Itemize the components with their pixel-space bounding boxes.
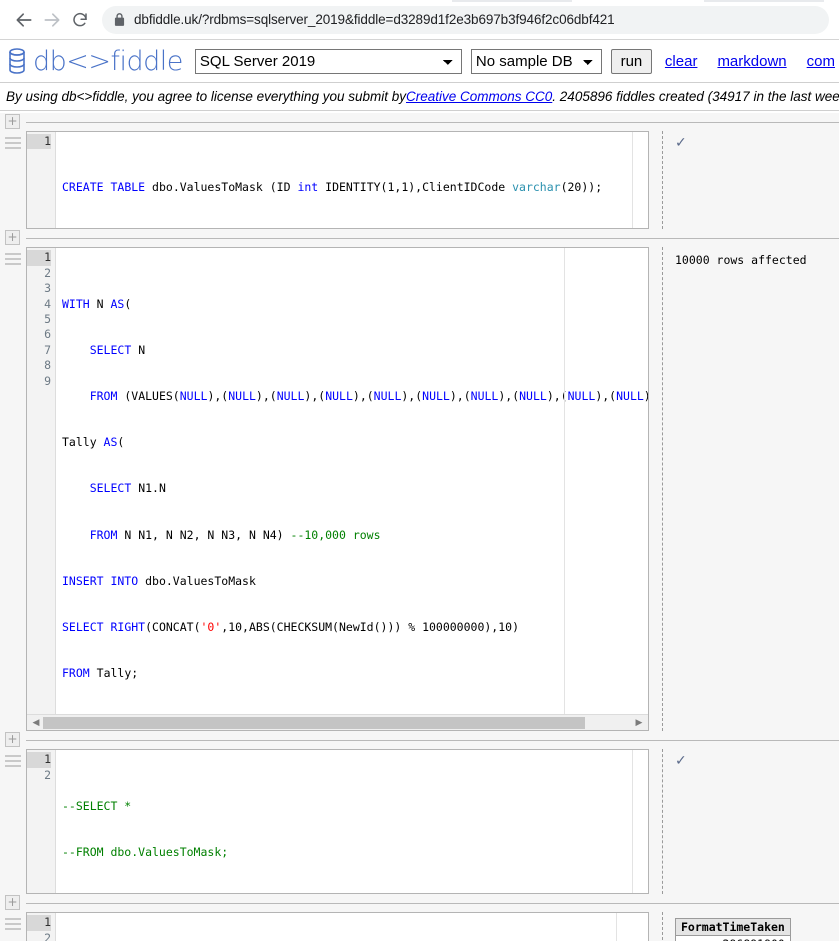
result-panel-3: ✓	[675, 749, 839, 894]
disclaimer-post: . 2405896 fiddles created (34917 in the …	[552, 89, 839, 104]
tab-strip	[0, 0, 839, 2]
block-divider	[649, 247, 675, 732]
dbfiddle-logo-icon	[6, 47, 28, 75]
disclaimer-pre: By using db<>fiddle, you agree to licens…	[6, 89, 406, 104]
drag-handle[interactable]	[0, 749, 26, 894]
lock-icon	[114, 13, 125, 26]
cc0-link[interactable]: Creative Commons CC0	[406, 89, 552, 104]
license-disclaimer: By using db<>fiddle, you agree to licens…	[0, 83, 839, 111]
block-separator: +	[0, 113, 839, 131]
run-button[interactable]: run	[610, 48, 652, 74]
table-cell: 296891900	[675, 935, 791, 941]
sql-block-4: 1234567891011121314 DECLARE @StartTime d…	[0, 912, 839, 941]
success-check-icon: ✓	[675, 135, 687, 151]
sample-db-select[interactable]: No sample DB	[470, 48, 602, 74]
result-panel-4: FormatTimeTaken 296891900	[675, 912, 839, 941]
sql-editor-1[interactable]: 1 CREATE TABLE dbo.ValuesToMask (ID int …	[26, 131, 649, 230]
sql-code-2[interactable]: WITH N AS( SELECT N FROM (VALUES(NULL),(…	[56, 248, 648, 715]
sql-code-3[interactable]: --SELECT * --FROM dbo.ValuesToMask;	[56, 750, 648, 894]
drag-handle[interactable]	[0, 247, 26, 731]
reload-icon[interactable]	[66, 6, 94, 34]
separator-rule	[26, 238, 839, 240]
scroll-right-arrow[interactable]: ▶	[632, 718, 646, 728]
scroll-thumb	[43, 716, 585, 729]
block-divider	[649, 749, 675, 895]
add-block-button[interactable]: +	[5, 230, 20, 246]
add-block-button[interactable]: +	[5, 895, 20, 911]
sql-editor-4[interactable]: 1234567891011121314 DECLARE @StartTime d…	[26, 912, 649, 941]
sql-block-1: 1 CREATE TABLE dbo.ValuesToMask (ID int …	[0, 131, 839, 230]
rows-affected-message: 10000 rows affected	[675, 253, 807, 268]
sql-editor-2[interactable]: 123456789 WITH N AS( SELECT N FROM (VALU…	[26, 247, 649, 732]
result-panel-1: ✓	[675, 131, 839, 229]
drag-handle[interactable]	[0, 912, 26, 941]
block-separator: +	[0, 731, 839, 750]
table-row: 296891900	[675, 935, 791, 941]
scroll-left-arrow[interactable]: ◀	[29, 718, 43, 728]
rdbms-select[interactable]: SQL Server 2019	[194, 48, 462, 74]
forward-icon[interactable]	[38, 6, 66, 34]
browser-toolbar: dbfiddle.uk/?rdbms=sqlserver_2019&fiddle…	[0, 0, 839, 40]
column-header: FormatTimeTaken	[675, 918, 791, 937]
drag-handle[interactable]	[0, 131, 26, 229]
block-separator: +	[0, 894, 839, 913]
compare-link[interactable]: com	[807, 53, 835, 70]
sql-editor-3[interactable]: 12 --SELECT * --FROM dbo.ValuesToMask;	[26, 749, 649, 895]
sql-code-1[interactable]: CREATE TABLE dbo.ValuesToMask (ID int ID…	[56, 132, 648, 229]
line-numbers-3: 12	[27, 750, 56, 894]
success-check-icon: ✓	[675, 753, 687, 770]
add-block-button[interactable]: +	[5, 732, 20, 748]
fiddle-workspace: + 1 CREATE TABLE dbo.ValuesToMask (ID in…	[0, 113, 839, 941]
block-separator: +	[0, 229, 839, 248]
block-divider	[649, 912, 675, 941]
result-panel-2: 10000 rows affected	[675, 247, 839, 731]
markdown-link[interactable]: markdown	[717, 53, 786, 70]
back-icon[interactable]	[10, 6, 38, 34]
line-numbers-4: 1234567891011121314	[27, 913, 56, 941]
result-table-4: FormatTimeTaken 296891900	[675, 918, 791, 941]
separator-rule	[26, 740, 839, 742]
url-text: dbfiddle.uk/?rdbms=sqlserver_2019&fiddle…	[134, 12, 615, 27]
sql-block-3: 12 --SELECT * --FROM dbo.ValuesToMask; ✓	[0, 749, 839, 895]
add-block-button[interactable]: +	[5, 114, 20, 129]
block-divider	[649, 131, 675, 230]
editor-hscrollbar-2[interactable]: ◀ ▶	[27, 714, 648, 731]
dbfiddle-logo-text: db<>fiddle	[33, 45, 183, 77]
line-numbers-2: 123456789	[27, 248, 56, 715]
separator-rule	[26, 903, 839, 905]
table-header-row: FormatTimeTaken	[675, 918, 791, 937]
scroll-track[interactable]	[43, 716, 632, 729]
app-toolbar: db<>fiddle SQL Server 2019 No sample DB …	[0, 40, 839, 83]
address-bar[interactable]: dbfiddle.uk/?rdbms=sqlserver_2019&fiddle…	[102, 5, 829, 34]
clear-link[interactable]: clear	[665, 53, 698, 70]
line-numbers-1: 1	[27, 132, 56, 229]
dbfiddle-logo[interactable]: db<>fiddle	[6, 46, 183, 77]
sql-code-4[interactable]: DECLARE @StartTime datetime2(7); DECLARE…	[56, 913, 648, 941]
separator-rule	[26, 122, 839, 123]
sql-block-2: 123456789 WITH N AS( SELECT N FROM (VALU…	[0, 247, 839, 732]
